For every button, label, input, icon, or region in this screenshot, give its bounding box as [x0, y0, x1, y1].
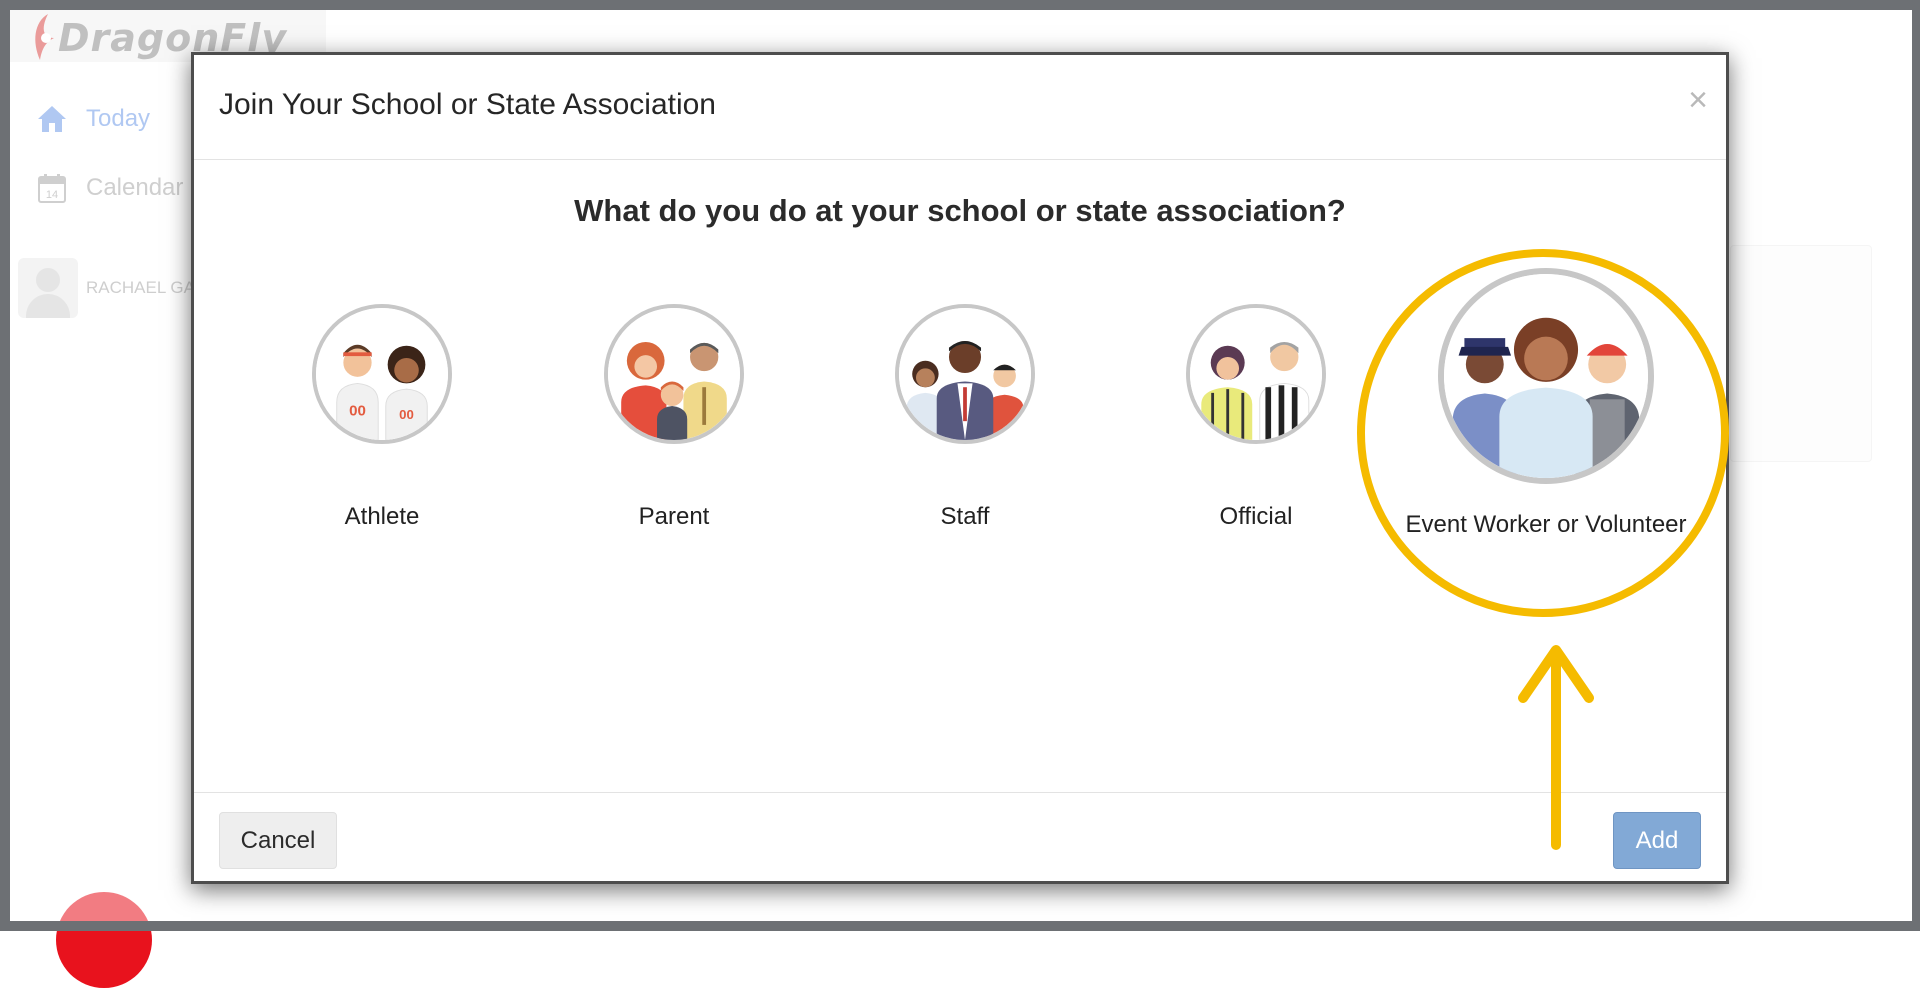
role-option-official[interactable]: Official	[1106, 304, 1406, 531]
add-button[interactable]: Add	[1613, 812, 1701, 869]
official-avatar-icon	[1186, 304, 1326, 444]
role-option-staff[interactable]: Staff	[815, 304, 1115, 531]
staff-avatar-icon	[895, 304, 1035, 444]
frame-border	[0, 921, 1920, 931]
athlete-avatar-icon: 00 00	[312, 304, 452, 444]
role-label: Staff	[940, 503, 990, 530]
frame-border	[0, 0, 10, 931]
role-option-athlete[interactable]: 00 00 Athlete	[232, 304, 532, 531]
role-option-event-worker[interactable]: Event Worker or Volunteer	[1396, 268, 1696, 539]
modal-header: Join Your School or State Association ×	[194, 55, 1726, 160]
role-option-parent[interactable]: Parent	[524, 304, 824, 531]
modal-footer: Cancel Add	[194, 792, 1726, 885]
frame-border	[1912, 0, 1920, 931]
role-label: Event Worker or Volunteer	[1405, 511, 1687, 538]
role-label: Official	[1219, 503, 1293, 530]
event-worker-avatar-icon	[1438, 268, 1654, 484]
svg-text:00: 00	[349, 402, 366, 419]
role-label: Parent	[638, 503, 710, 530]
cancel-button[interactable]: Cancel	[219, 812, 337, 869]
modal-title: Join Your School or State Association	[219, 88, 716, 121]
close-icon[interactable]: ×	[1688, 83, 1708, 117]
modal-question: What do you do at your school or state a…	[574, 193, 1346, 228]
role-label: Athlete	[344, 503, 420, 530]
parent-avatar-icon	[604, 304, 744, 444]
join-association-modal: Join Your School or State Association × …	[191, 52, 1729, 884]
frame-border	[0, 0, 1920, 10]
svg-text:00: 00	[399, 407, 414, 422]
